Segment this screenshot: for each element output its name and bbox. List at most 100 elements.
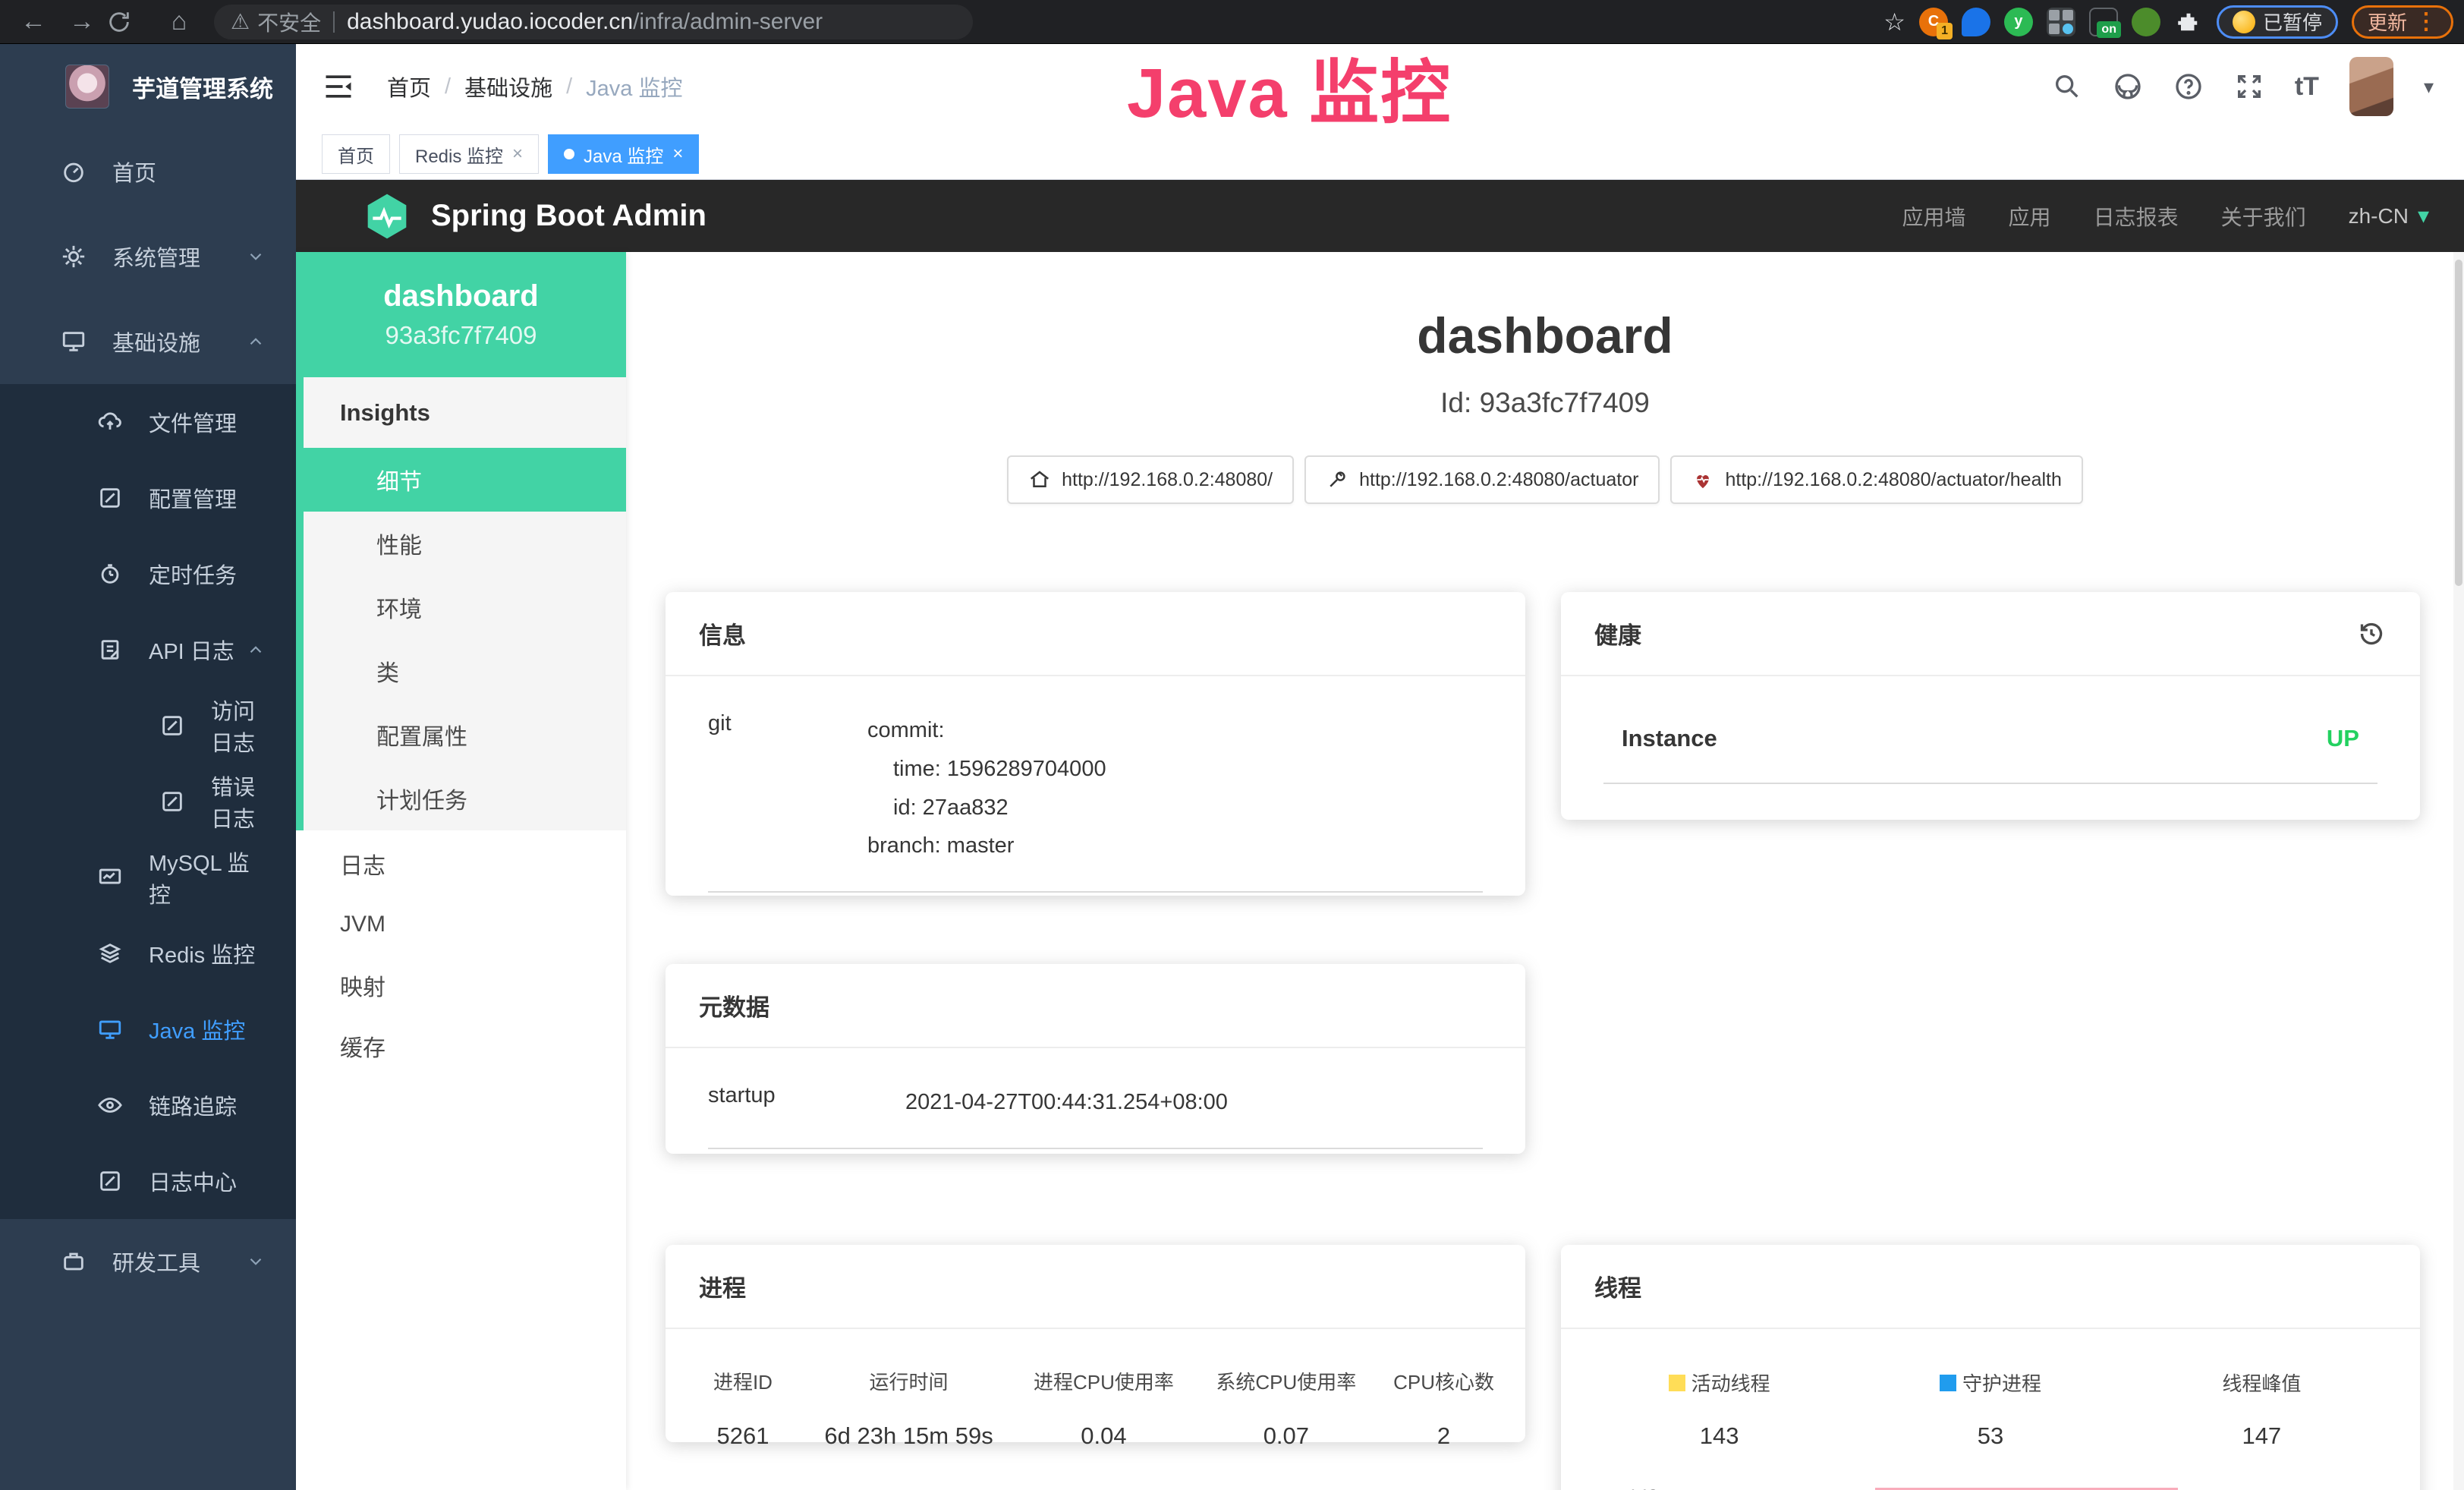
health-card: 健康 Instance UP	[1561, 592, 2420, 820]
sidebar-item-config-management[interactable]: 配置管理	[0, 460, 296, 536]
page-scrollbar[interactable]	[2453, 252, 2464, 1490]
instance-id-subtitle: Id: 93a3fc7f7409	[626, 387, 2464, 419]
browser-forward-icon[interactable]: →	[58, 7, 106, 36]
extension-pin-icon[interactable]	[1962, 8, 1990, 36]
info-card-header: 信息	[666, 592, 1525, 676]
sba-sidebar: dashboard 93a3fc7f7409 Insights 细节 性能 环境…	[296, 252, 626, 1490]
stat-value: 143	[1584, 1422, 1855, 1450]
sidebar-item-dev-tools[interactable]: 研发工具	[0, 1219, 296, 1304]
sidebar-item-scheduled-jobs[interactable]: 定时任务	[0, 536, 296, 612]
sidebar-item-infrastructure[interactable]: 基础设施	[0, 299, 296, 384]
github-icon[interactable]	[2113, 71, 2143, 102]
tag-java-monitor[interactable]: Java 监控 ×	[548, 134, 699, 174]
sidebar-item-system[interactable]: 系统管理	[0, 214, 296, 299]
sba-instance-id: 93a3fc7f7409	[385, 321, 537, 350]
health-url-button[interactable]: http://192.168.0.2:48080/actuator/health	[1670, 455, 2082, 504]
profile-paused-chip[interactable]: 已暂停	[2217, 5, 2338, 39]
user-menu-caret-icon[interactable]: ▾	[2424, 75, 2434, 99]
sidebar-item-label: MySQL 监控	[149, 846, 266, 909]
sidebar-item-mysql-monitor[interactable]: MySQL 监控	[0, 840, 296, 915]
sba-item-caches[interactable]: 缓存	[296, 1016, 626, 1076]
browser-reload-icon[interactable]	[106, 9, 155, 35]
scrollbar-thumb[interactable]	[2455, 260, 2462, 586]
chrome-menu-dots-icon[interactable]: ⋮	[2415, 8, 2437, 35]
sidebar-item-home[interactable]: 首页	[0, 129, 296, 214]
breadcrumb-home[interactable]: 首页	[387, 71, 431, 102]
sba-nav-wallboard[interactable]: 应用墙	[1902, 201, 1966, 232]
app-frame: 芋道管理系统 首页 系统管理 基础设施 文件管理	[0, 44, 2464, 1490]
sidebar-item-error-log[interactable]: 错误日志	[0, 764, 296, 840]
process-header-cpus: CPU核心数	[1377, 1367, 1510, 1395]
extension-grid-icon[interactable]	[2047, 8, 2075, 36]
sba-group-label: Insights	[304, 377, 626, 448]
info-card-title: 信息	[699, 616, 746, 650]
extension-leaf-icon[interactable]	[2132, 8, 2160, 36]
sidebar-item-redis-monitor[interactable]: Redis 监控	[0, 915, 296, 991]
extension-y-icon[interactable]: y	[2004, 8, 2033, 36]
sba-language-select[interactable]: zh-CN ▾	[2349, 203, 2429, 229]
sidebar-item-api-log[interactable]: API 日志	[0, 612, 296, 688]
chrome-update-button[interactable]: 更新 ⋮	[2352, 5, 2453, 39]
browser-home-icon[interactable]: ⌂	[155, 7, 203, 36]
stat-label: 线程峰值	[2222, 1369, 2301, 1397]
url-bar[interactable]: ⚠ 不安全 dashboard.yudao.iocoder.cn/infra/a…	[214, 5, 973, 39]
sidebar-item-file-management[interactable]: 文件管理	[0, 384, 296, 460]
tag-redis-monitor[interactable]: Redis 监控 ×	[399, 134, 539, 174]
search-icon[interactable]	[2052, 71, 2082, 102]
sba-nav-about[interactable]: 关于我们	[2221, 201, 2306, 232]
sba-item-details[interactable]: 细节	[304, 448, 626, 512]
sba-item-config-props[interactable]: 配置属性	[304, 703, 626, 767]
stat-label: 守护进程	[1962, 1369, 2041, 1397]
extension-colorzilla-icon[interactable]: C1	[1919, 8, 1948, 36]
actuator-url-button[interactable]: http://192.168.0.2:48080/actuator	[1304, 455, 1660, 504]
process-card-header: 进程	[666, 1245, 1525, 1329]
font-size-icon[interactable]: tT	[2295, 72, 2319, 102]
sba-nav-journal[interactable]: 日志报表	[2094, 201, 2179, 232]
log-edit-icon	[97, 1168, 123, 1194]
fullscreen-icon[interactable]	[2234, 71, 2264, 102]
sidebar-item-log-center[interactable]: 日志中心	[0, 1143, 296, 1219]
extension-switch-icon[interactable]: on	[2089, 8, 2118, 36]
user-avatar[interactable]	[2349, 57, 2393, 116]
service-url-button[interactable]: http://192.168.0.2:48080/	[1007, 455, 1294, 504]
app-logo-row[interactable]: 芋道管理系统	[0, 44, 296, 129]
browser-back-icon[interactable]: ←	[9, 7, 58, 36]
sba-item-metrics[interactable]: 性能	[304, 512, 626, 575]
tag-close-icon[interactable]: ×	[672, 143, 683, 165]
tag-label: 首页	[338, 141, 374, 168]
breadcrumb-infrastructure[interactable]: 基础设施	[464, 71, 552, 102]
sba-language-value: zh-CN	[2349, 204, 2409, 228]
extension-on-badge: on	[2097, 21, 2121, 38]
sba-nav-applications[interactable]: 应用	[2009, 201, 2051, 232]
collapse-sidebar-icon[interactable]	[322, 70, 355, 103]
security-label[interactable]: 不安全	[257, 7, 321, 37]
chart-y-axis: 140 120 100	[1584, 1483, 1673, 1490]
sba-brand-title[interactable]: Spring Boot Admin	[431, 199, 706, 233]
process-card: 进程 进程ID 运行时间 进程CPU使用率 系统CPU使用率 CPU核心数	[666, 1245, 1525, 1442]
paused-label: 已暂停	[2263, 8, 2322, 36]
sidebar-item-access-log[interactable]: 访问日志	[0, 688, 296, 764]
service-url: http://192.168.0.2:48080/	[1062, 469, 1273, 491]
sba-item-environment[interactable]: 环境	[304, 575, 626, 639]
sba-item-classes[interactable]: 类	[304, 639, 626, 703]
help-icon[interactable]	[2173, 71, 2204, 102]
sba-item-scheduled-tasks[interactable]: 计划任务	[304, 767, 626, 830]
live-threads-legend-swatch	[1669, 1375, 1685, 1391]
tag-home[interactable]: 首页	[322, 134, 390, 174]
history-icon[interactable]	[2356, 619, 2387, 649]
sidebar-item-java-monitor[interactable]: Java 监控	[0, 991, 296, 1067]
bookmark-star-icon[interactable]: ☆	[1883, 8, 1905, 36]
extensions-puzzle-icon[interactable]	[2174, 8, 2203, 36]
sba-instance-header[interactable]: dashboard 93a3fc7f7409	[296, 252, 626, 377]
git-id-line: id: 27aa832	[867, 789, 1106, 827]
sba-item-mappings[interactable]: 映射	[296, 955, 626, 1016]
chart-plot-area	[1673, 1483, 2394, 1490]
omnibox-divider	[333, 11, 335, 33]
sba-item-logs[interactable]: 日志	[296, 833, 626, 894]
process-value-pid: 5261	[681, 1422, 805, 1450]
sidebar-item-tracing[interactable]: 链路追踪	[0, 1067, 296, 1143]
tag-close-icon[interactable]: ×	[512, 143, 523, 165]
sba-item-jvm[interactable]: JVM	[296, 894, 626, 955]
process-table-headers: 进程ID 运行时间 进程CPU使用率 系统CPU使用率 CPU核心数	[681, 1367, 1510, 1395]
metadata-row-value: 2021-04-27T00:44:31.254+08:00	[905, 1083, 1228, 1122]
